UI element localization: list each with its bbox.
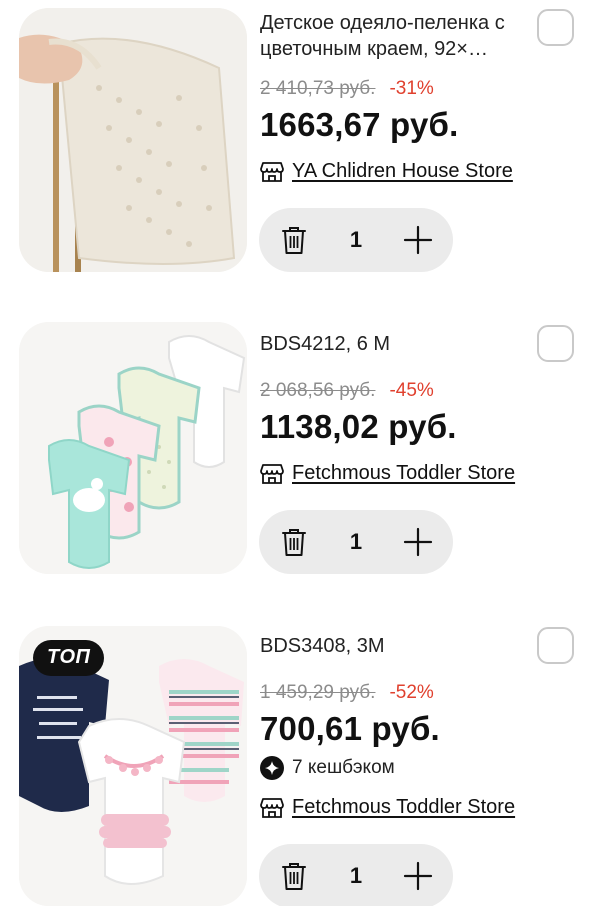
product-title[interactable]: BDS3408, 3M bbox=[260, 633, 385, 659]
store-name[interactable]: Fetchmous Toddler Store bbox=[292, 462, 515, 485]
old-price: 2 410,73 руб. bbox=[260, 78, 376, 99]
trash-icon[interactable] bbox=[281, 527, 307, 557]
quantity-stepper: 1 bbox=[259, 844, 453, 906]
product-info: Детское одеяло-пеленка с цветочным краем… bbox=[260, 10, 536, 62]
plus-icon[interactable] bbox=[402, 860, 434, 892]
discount-badge: -31% bbox=[389, 78, 434, 99]
cashback-icon bbox=[260, 756, 284, 780]
plus-icon[interactable] bbox=[402, 526, 434, 558]
current-price: 1138,02 руб. bbox=[260, 408, 457, 445]
cashback-text: 7 кешбэком bbox=[292, 757, 395, 778]
select-checkbox[interactable] bbox=[537, 9, 574, 46]
discount-badge: -52% bbox=[389, 682, 434, 703]
store-icon bbox=[260, 463, 284, 484]
baby-bodysuits-photo bbox=[19, 322, 247, 574]
product-image[interactable] bbox=[19, 322, 247, 574]
trash-icon[interactable] bbox=[281, 225, 307, 255]
old-price: 2 068,56 руб. bbox=[260, 380, 376, 401]
select-checkbox[interactable] bbox=[537, 627, 574, 664]
current-price: 700,61 руб. bbox=[260, 710, 440, 747]
product-title[interactable]: Детское одеяло-пеленка с цветочным краем… bbox=[260, 10, 536, 62]
price-row: 2 068,56 руб. -45% bbox=[260, 380, 434, 402]
store-name[interactable]: YA Chlidren House Store bbox=[292, 160, 513, 183]
store-link[interactable]: YA Chlidren House Store bbox=[260, 160, 513, 183]
knit-blanket-photo bbox=[19, 8, 247, 272]
price-row: 1 459,29 руб. -52% bbox=[260, 682, 434, 704]
product-image[interactable]: ТОП bbox=[19, 626, 247, 906]
quantity-stepper: 1 bbox=[259, 510, 453, 574]
select-checkbox[interactable] bbox=[537, 325, 574, 362]
quantity-stepper: 1 bbox=[259, 208, 453, 272]
product-title[interactable]: BDS4212, 6 M bbox=[260, 331, 390, 357]
old-price: 1 459,29 руб. bbox=[260, 682, 376, 703]
store-icon bbox=[260, 797, 284, 818]
cashback-info: 7 кешбэком bbox=[260, 756, 395, 780]
price-row: 2 410,73 руб. -31% bbox=[260, 78, 434, 100]
store-link[interactable]: Fetchmous Toddler Store bbox=[260, 796, 515, 819]
current-price: 1663,67 руб. bbox=[260, 106, 459, 143]
trash-icon[interactable] bbox=[281, 861, 307, 891]
store-name[interactable]: Fetchmous Toddler Store bbox=[292, 796, 515, 819]
product-image[interactable] bbox=[19, 8, 247, 272]
quantity-value: 1 bbox=[349, 863, 363, 888]
discount-badge: -45% bbox=[389, 380, 434, 401]
quantity-value: 1 bbox=[349, 227, 363, 252]
store-icon bbox=[260, 161, 284, 182]
quantity-value: 1 bbox=[349, 529, 363, 554]
plus-icon[interactable] bbox=[402, 224, 434, 256]
store-link[interactable]: Fetchmous Toddler Store bbox=[260, 462, 515, 485]
top-badge: ТОП bbox=[33, 640, 105, 676]
